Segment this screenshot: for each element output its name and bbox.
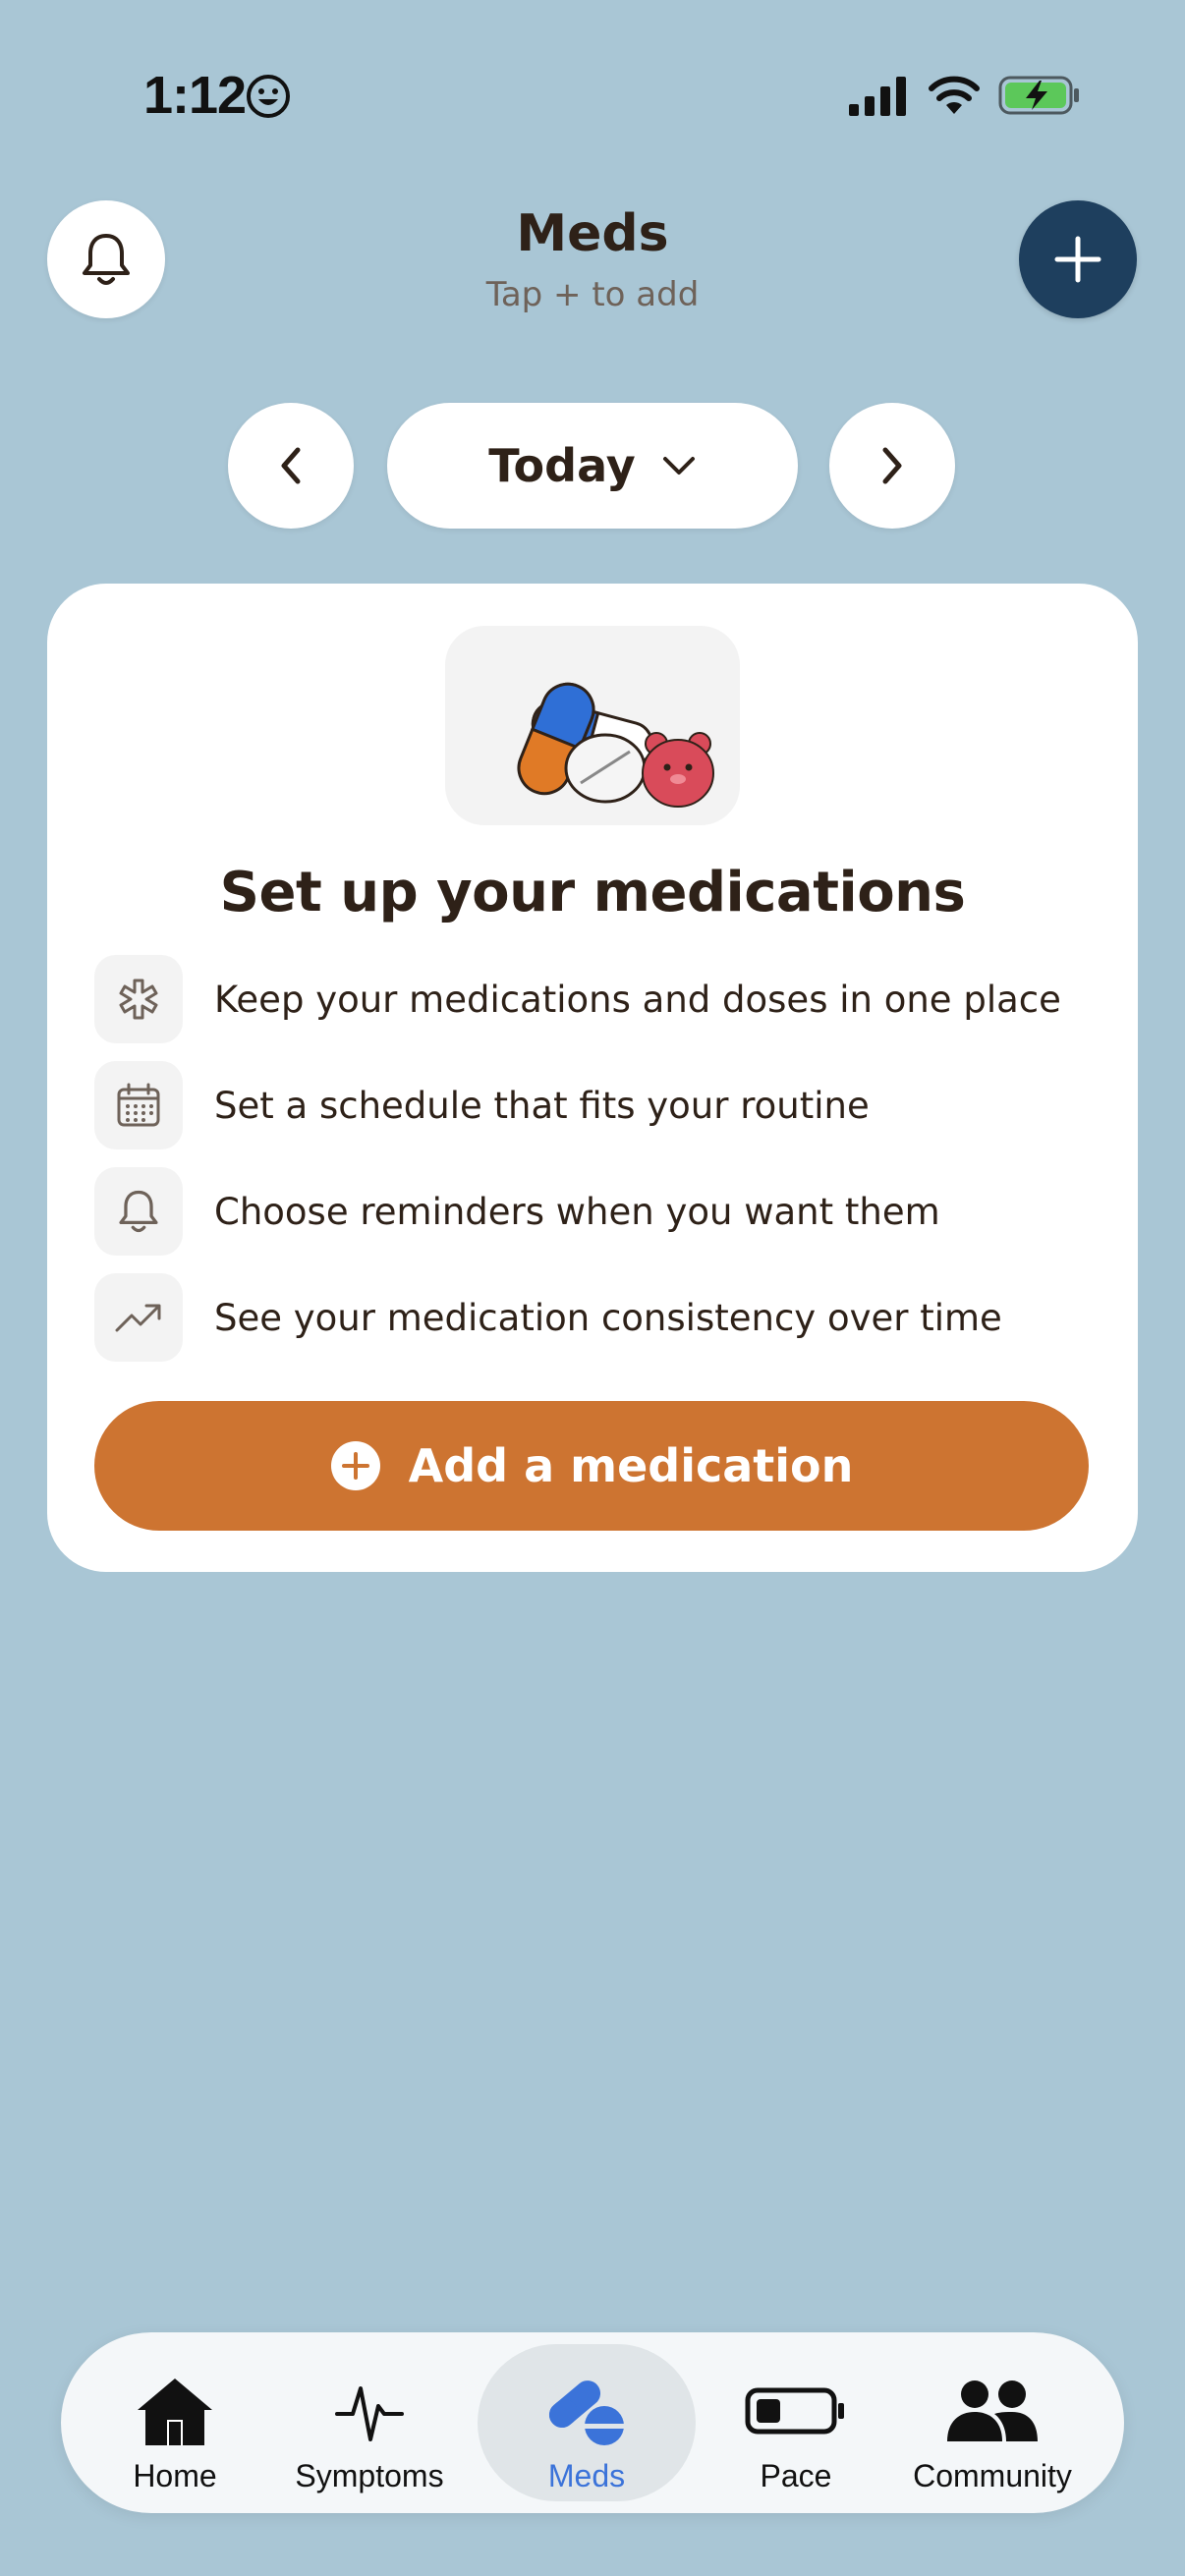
battery-charging-icon — [998, 76, 1079, 115]
calendar-icon — [94, 1061, 183, 1149]
tab-pace[interactable]: Pace — [709, 2344, 882, 2501]
tab-bar: Home Symptoms Meds Pace Community — [61, 2332, 1124, 2513]
plus-circle-icon — [330, 1441, 380, 1490]
feature-item: Keep your medications and doses in one p… — [94, 955, 1106, 1043]
add-medication-label: Add a medication — [408, 1439, 854, 1492]
tab-label: Pace — [760, 2458, 832, 2493]
cellular-signal-icon — [849, 77, 906, 116]
tab-label: Community — [913, 2458, 1072, 2493]
feature-item: Choose reminders when you want them — [94, 1167, 1106, 1256]
next-day-button[interactable] — [829, 403, 955, 529]
tab-label: Meds — [547, 2458, 626, 2493]
feature-text: Set a schedule that fits your routine — [214, 1084, 870, 1127]
people-icon — [947, 2380, 1038, 2441]
date-picker[interactable]: Today — [387, 403, 798, 529]
chevron-left-icon — [281, 447, 301, 484]
feature-item: Set a schedule that fits your routine — [94, 1061, 1106, 1149]
page-title: Meds — [516, 204, 669, 263]
bell-icon — [94, 1167, 183, 1256]
feature-text: Keep your medications and doses in one p… — [214, 978, 1061, 1021]
tab-community[interactable]: Community — [894, 2344, 1091, 2501]
add-button[interactable] — [1019, 200, 1137, 318]
page-subtitle: Tap + to add — [485, 275, 700, 314]
wifi-icon — [929, 76, 980, 114]
add-medication-button[interactable]: Add a medication — [94, 1401, 1089, 1531]
medical-asterisk-icon — [94, 955, 183, 1043]
battery-low-icon — [745, 2387, 844, 2435]
card-title: Set up your medications — [219, 861, 966, 924]
pills-illustration-icon — [517, 682, 714, 808]
trend-up-icon — [94, 1273, 183, 1362]
heartbeat-icon — [335, 2386, 404, 2441]
tab-symptoms[interactable]: Symptoms — [283, 2344, 456, 2501]
tab-home[interactable]: Home — [88, 2344, 261, 2501]
pills-icon — [548, 2380, 626, 2445]
tab-meds[interactable]: Meds — [478, 2344, 696, 2501]
feature-item: See your medication consistency over tim… — [94, 1273, 1106, 1362]
previous-day-button[interactable] — [228, 403, 354, 529]
medication-setup-card: Set up your medications Keep your medica… — [47, 584, 1138, 1572]
tab-label: Symptoms — [295, 2458, 444, 2493]
feature-text: Choose reminders when you want them — [214, 1190, 940, 1233]
chevron-down-icon — [662, 457, 695, 475]
pills-illustration — [445, 626, 740, 825]
tab-label: Home — [133, 2458, 217, 2493]
feature-text: See your medication consistency over tim… — [214, 1296, 1002, 1339]
chevron-right-icon — [882, 447, 902, 484]
house-icon — [138, 2379, 212, 2445]
plus-icon — [1054, 236, 1101, 283]
status-time: 1:12 — [143, 66, 247, 125]
smiley-icon — [247, 75, 290, 118]
date-label: Today — [488, 439, 636, 492]
status-bar: 1:12 — [0, 0, 1185, 196]
